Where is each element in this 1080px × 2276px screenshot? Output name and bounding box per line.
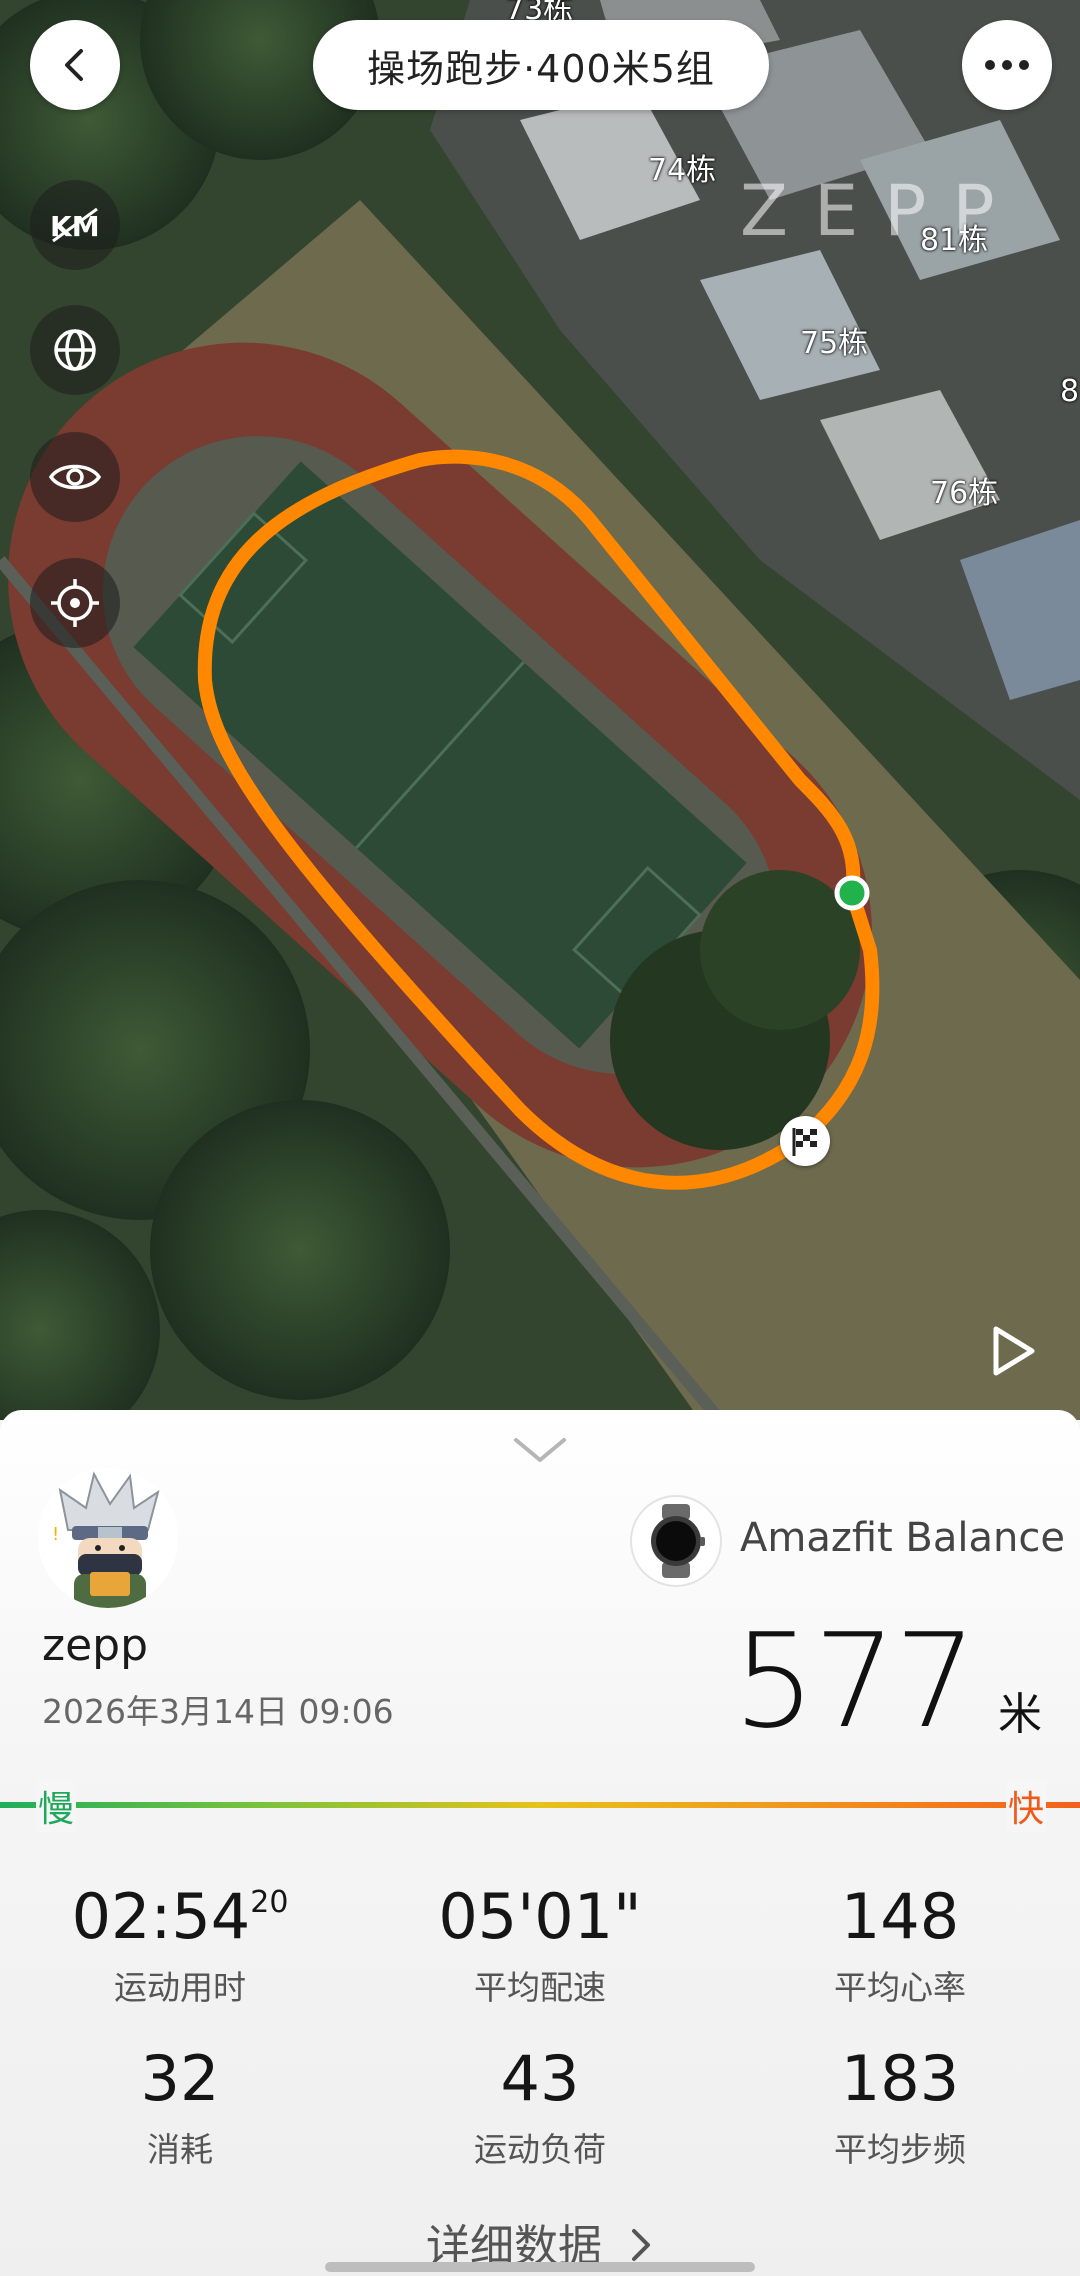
pace-gradient-bar xyxy=(0,1802,1080,1808)
globe-icon xyxy=(54,329,96,371)
watch-icon xyxy=(630,1495,722,1587)
chevron-down-icon xyxy=(514,1438,566,1462)
stat-avg-pace: 05'01" 平均配速 xyxy=(360,1880,720,2009)
finish-flag-icon xyxy=(780,1116,830,1166)
building-label: 76栋 xyxy=(930,476,999,511)
stat-training-load: 43 运动负荷 xyxy=(360,2042,720,2171)
avatar[interactable]: ! xyxy=(38,1468,178,1608)
stat-value: 43 xyxy=(500,2042,580,2115)
more-dots-icon xyxy=(985,60,1029,70)
locate-icon xyxy=(51,579,99,627)
visibility-toggle[interactable] xyxy=(30,432,120,522)
home-indicator xyxy=(325,2262,755,2272)
map-view[interactable]: 73栋 74栋 81栋 75栋 76栋 8 ZEPP 操场跑步·400米5组 K… xyxy=(0,0,1080,1420)
stat-label: 平均心率 xyxy=(834,1968,966,2007)
start-marker xyxy=(834,875,870,911)
avatar-image: ! xyxy=(38,1468,178,1608)
stat-value: 32 xyxy=(140,2042,220,2115)
workout-summary-panel: ! zepp 2026年3月14日 09:06 Amazfit Balance … xyxy=(0,1410,1080,2276)
chevron-left-icon xyxy=(65,49,83,81)
stat-value: 183 xyxy=(840,2042,960,2115)
username: zepp xyxy=(42,1620,149,1671)
replay-button[interactable] xyxy=(968,1306,1058,1396)
stat-value: 02:5420 xyxy=(71,1880,289,1953)
more-button[interactable] xyxy=(962,20,1052,110)
zepp-watermark: ZEPP xyxy=(740,170,1021,252)
stat-avg-heart-rate: 148 平均心率 xyxy=(720,1880,1080,2009)
workout-title: 操场跑步·400米5组 xyxy=(313,20,769,110)
stat-label: 平均步频 xyxy=(834,2130,966,2169)
stat-label: 运动用时 xyxy=(114,1968,246,2007)
eye-icon xyxy=(48,464,102,490)
device-name: Amazfit Balance xyxy=(740,1515,1065,1561)
map-layer-button[interactable] xyxy=(30,305,120,395)
collapse-panel-button[interactable] xyxy=(510,1430,570,1470)
stat-label: 运动负荷 xyxy=(474,2130,606,2169)
stat-value: 05'01" xyxy=(438,1880,642,1953)
stat-value: 148 xyxy=(840,1880,960,1953)
svg-text:!: ! xyxy=(52,1524,59,1545)
stat-duration: 02:5420 运动用时 xyxy=(0,1880,360,2009)
stat-label: 平均配速 xyxy=(474,1968,606,2007)
workout-datetime: 2026年3月14日 09:06 xyxy=(42,1692,394,1731)
building-label: 8 xyxy=(1060,374,1080,409)
building-label: 75栋 xyxy=(800,326,869,361)
stat-calories: 32 消耗 xyxy=(0,2042,360,2171)
stat-avg-cadence: 183 平均步频 xyxy=(720,2042,1080,2171)
distance-unit: 米 xyxy=(998,1689,1042,1740)
km-marker-icon: KM xyxy=(50,207,100,243)
km-marker-toggle[interactable]: KM xyxy=(30,180,120,270)
pace-fast-label: 快 xyxy=(1006,1780,1047,1832)
locate-button[interactable] xyxy=(30,558,120,648)
play-icon xyxy=(993,1326,1035,1376)
stat-label: 消耗 xyxy=(147,2130,213,2169)
distance-value: 577 xyxy=(732,1605,977,1757)
back-button[interactable] xyxy=(30,20,120,110)
pace-slow-label: 慢 xyxy=(36,1780,77,1832)
chevron-right-icon xyxy=(632,2229,650,2261)
building-label: 74栋 xyxy=(648,153,717,188)
